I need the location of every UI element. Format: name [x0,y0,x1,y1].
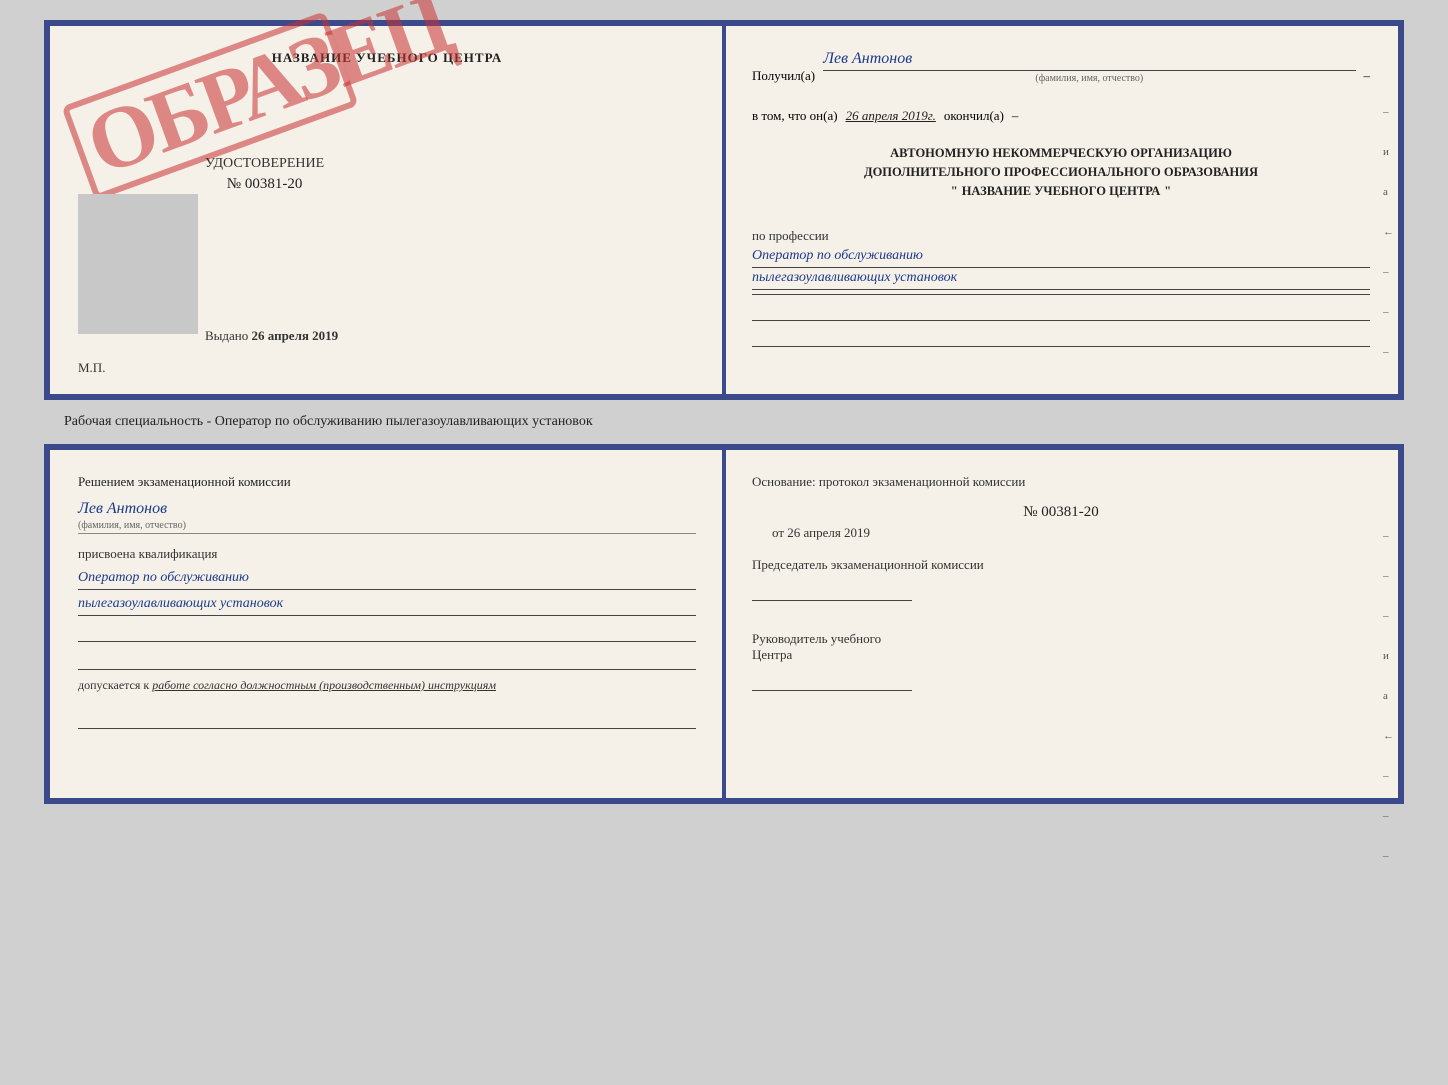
cert-photo-placeholder [78,194,198,334]
received-label: Получил(а) [752,68,815,84]
qual-rukov: Руководитель учебного Центра [752,631,1370,691]
dash2: – [1012,108,1019,124]
in-that-label: в том, что он(а) [752,108,838,124]
qual-right-page: Основание: протокол экзаменационной коми… [724,450,1398,798]
qual-dopuskaetsya: допускается к работе согласно должностны… [78,678,696,693]
org-name: НАЗВАНИЕ УЧЕБНОГО ЦЕНТРА [962,182,1161,201]
org-quotes: " [951,182,958,201]
qual-right-sidebar: – – – и а ← – – – [1383,530,1394,862]
by-profession-label: по профессии [752,228,1370,244]
chairman-label: Председатель экзаменационной комиссии [752,557,1370,573]
rukov-label: Руководитель учебного [752,631,1370,647]
qual-blank-3 [78,709,696,729]
osnov-label: Основание: протокол экзаменационной коми… [752,474,1025,489]
org-line2: ДОПОЛНИТЕЛЬНОГО ПРОФЕССИОНАЛЬНОГО ОБРАЗО… [752,163,1370,182]
recipient-name: Лев Антонов [823,50,912,67]
completed-label: окончил(а) [944,108,1004,124]
qual-date: от 26 апреля 2019 [752,525,1370,541]
cert-left-page: НАЗВАНИЕ УЧЕБНОГО ЦЕНТРА ОБРАЗЕЦ УДОСТОВ… [50,26,724,394]
qual-profession-line1: Оператор по обслуживанию [78,570,696,590]
org-block: АВТОНОМНУЮ НЕКОММЕРЧЕСКУЮ ОРГАНИЗАЦИЮ ДО… [752,144,1370,200]
qual-osnov: Основание: протокол экзаменационной коми… [752,474,1370,490]
issued-date: 26 апреля 2019 [252,328,339,343]
profession-line2: пылегазоулавливающих установок [752,270,1370,290]
date-prefix: от [772,525,784,540]
dash1: – [1364,68,1371,84]
dopuskaetsya-value: работе согласно должностным (производств… [152,678,496,692]
qual-protocol-num: № 00381-20 [752,504,1370,521]
cert-school-title: НАЗВАНИЕ УЧЕБНОГО ЦЕНТРА [78,50,696,66]
cert-number: № 00381-20 [205,176,324,193]
qual-chairman: Председатель экзаменационной комиссии [752,557,1370,601]
completed-date: 26 апреля 2019г. [846,108,936,124]
qual-left-page: Решением экзаменационной комиссии Лев Ан… [50,450,724,798]
document-container: НАЗВАНИЕ УЧЕБНОГО ЦЕНТРА ОБРАЗЕЦ УДОСТОВ… [44,20,1404,804]
qualification-book: Решением экзаменационной комиссии Лев Ан… [44,444,1404,804]
org-line1: АВТОНОМНУЮ НЕКОММЕРЧЕСКУЮ ОРГАНИЗАЦИЮ [752,144,1370,163]
qual-name: Лев Антонов [78,500,696,518]
date-value: 26 апреля 2019 [787,525,870,540]
cert-right-page: Получил(а) Лев Антонов (фамилия, имя, от… [724,26,1398,394]
qual-blank-2 [78,650,696,670]
cert-right-sidebar: – и а ← – – – [1383,106,1394,358]
fio-label-cert: (фамилия, имя, отчество) [823,73,1355,84]
commission-text: Решением экзаменационной комиссии [78,474,696,490]
org-quotes2: " [1164,182,1171,201]
tsentra-label: Центра [752,647,1370,663]
qual-profession-line2: пылегазоулавливающих установок [78,596,696,616]
cert-issued: Выдано 26 апреля 2019 [205,328,338,344]
specialty-text: Рабочая специальность - Оператор по обсл… [44,414,1404,430]
certificate-book: НАЗВАНИЕ УЧЕБНОГО ЦЕНТРА ОБРАЗЕЦ УДОСТОВ… [44,20,1404,400]
dopuskaetsya-label: допускается к [78,678,149,692]
issued-label: Выдано [205,328,248,343]
udostoverenie-label: УДОСТОВЕРЕНИЕ [205,156,324,172]
qual-right-content: Основание: протокол экзаменационной коми… [752,474,1370,691]
qual-sig-line-2 [752,671,912,691]
qual-fio-label: (фамилия, имя, отчество) [78,520,696,534]
qual-assigned-label: присвоена квалификация [78,546,696,562]
cert-mp: М.П. [78,360,105,376]
qual-sig-line-1 [752,581,912,601]
qual-blank-1 [78,622,696,642]
profession-line1: Оператор по обслуживанию [752,248,1370,268]
